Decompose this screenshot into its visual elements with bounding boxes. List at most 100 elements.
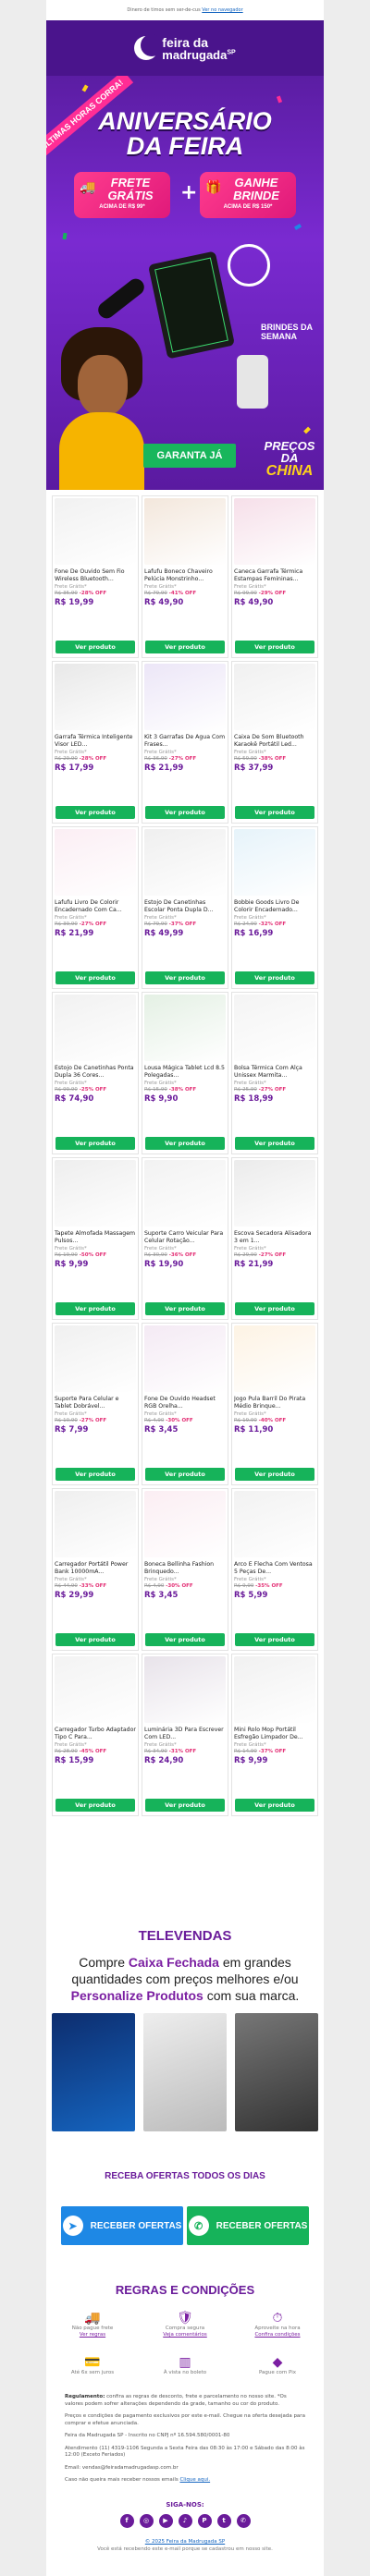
view-product-button[interactable]: Ver produto bbox=[235, 1468, 314, 1481]
product-name[interactable]: Bobbie Goods Livro De Colorir Encadernad… bbox=[234, 899, 315, 914]
product-image[interactable] bbox=[144, 1160, 226, 1227]
product-card[interactable]: Escova Secadora Alisadora 3 em 1... Frete… bbox=[231, 1157, 318, 1320]
product-name[interactable]: Boneca Bellinha Fashion Brinquedo... bbox=[144, 1561, 226, 1576]
product-name[interactable]: Bolsa Térmica Com Alça Unissex Marmita..… bbox=[234, 1065, 315, 1080]
product-name[interactable]: Luminária 3D Para Escrever Com LED... bbox=[144, 1727, 226, 1741]
product-name[interactable]: Lafufu Boneco Chaveiro Pelúcia Monstrinh… bbox=[144, 568, 226, 583]
bulk-bottles-image[interactable] bbox=[52, 2013, 135, 2131]
product-image[interactable] bbox=[55, 498, 136, 565]
view-product-button[interactable]: Ver produto bbox=[235, 806, 314, 819]
product-card[interactable]: Caixa De Som Bluetooth Karaokê Portátil … bbox=[231, 661, 318, 824]
view-product-button[interactable]: Ver produto bbox=[145, 1137, 225, 1150]
product-name[interactable]: Caneca Garrafa Térmica Estampas Feminina… bbox=[234, 568, 315, 583]
header-logo-bar[interactable]: feira da madrugadaSP bbox=[46, 20, 324, 76]
product-name[interactable]: Arco E Flecha Com Ventosa 5 Peças De... bbox=[234, 1561, 315, 1576]
view-product-button[interactable]: Ver produto bbox=[56, 971, 135, 984]
product-card[interactable]: Fone De Ouvido Headset RGB Orelha... Fret… bbox=[142, 1323, 228, 1485]
product-name[interactable]: Lafufu Livro De Colorir Encadernado Com … bbox=[55, 899, 136, 914]
product-name[interactable]: Carregador Turbo Adaptador Tipo C Para..… bbox=[55, 1727, 136, 1741]
product-card[interactable]: Carregador Portátil Power Bank 10000mA..… bbox=[52, 1488, 139, 1651]
product-card[interactable]: Kit 3 Garrafas De Água Com Frases... Fret… bbox=[142, 661, 228, 824]
whatsapp-offers-button[interactable]: ✆ RECEBER OFERTAS bbox=[187, 2206, 309, 2245]
social-icon[interactable]: P bbox=[197, 2514, 212, 2528]
view-product-button[interactable]: Ver produto bbox=[235, 1633, 314, 1646]
product-name[interactable]: Fone De Ouvido Headset RGB Orelha... bbox=[144, 1396, 226, 1410]
product-image[interactable] bbox=[234, 1325, 315, 1392]
view-product-button[interactable]: Ver produto bbox=[145, 971, 225, 984]
product-card[interactable]: Garrafa Térmica Inteligente Visor LED...… bbox=[52, 661, 139, 824]
product-name[interactable]: Mini Rolo Mop Portátil Esfregão Limpador… bbox=[234, 1727, 315, 1741]
product-image[interactable] bbox=[144, 1325, 226, 1392]
product-image[interactable] bbox=[55, 1491, 136, 1557]
product-card[interactable]: Mini Rolo Mop Portátil Esfregão Limpador… bbox=[231, 1654, 318, 1816]
view-product-button[interactable]: Ver produto bbox=[56, 806, 135, 819]
product-image[interactable] bbox=[234, 995, 315, 1061]
view-product-button[interactable]: Ver produto bbox=[235, 1137, 314, 1150]
product-card[interactable]: Fone De Ouvido Sem Fio Wireless Bluetoot… bbox=[52, 495, 139, 658]
social-icon[interactable]: ✆ bbox=[236, 2514, 251, 2528]
view-product-button[interactable]: Ver produto bbox=[235, 971, 314, 984]
bulk-backpack-image[interactable] bbox=[235, 2013, 318, 2131]
view-product-button[interactable]: Ver produto bbox=[235, 1302, 314, 1315]
product-image[interactable] bbox=[55, 1325, 136, 1392]
product-card[interactable]: Arco E Flecha Com Ventosa 5 Peças De... F… bbox=[231, 1488, 318, 1651]
product-image[interactable] bbox=[234, 1160, 315, 1227]
product-card[interactable]: Lafufu Boneco Chaveiro Pelúcia Monstrinh… bbox=[142, 495, 228, 658]
product-name[interactable]: Carregador Portátil Power Bank 10000mA..… bbox=[55, 1561, 136, 1576]
view-product-button[interactable]: Ver produto bbox=[145, 1468, 225, 1481]
telegram-offers-button[interactable]: ➤ RECEBER OFERTAS bbox=[61, 2206, 183, 2245]
product-image[interactable] bbox=[55, 995, 136, 1061]
product-name[interactable]: Estojo De Canetinhas Ponta Dupla 36 Core… bbox=[55, 1065, 136, 1080]
product-image[interactable] bbox=[144, 1656, 226, 1723]
product-image[interactable] bbox=[234, 829, 315, 896]
condition-link[interactable]: Ver regras bbox=[46, 2332, 139, 2338]
social-icon[interactable]: ◎ bbox=[139, 2514, 154, 2528]
product-image[interactable] bbox=[234, 664, 315, 730]
product-card[interactable]: Caneca Garrafa Térmica Estampas Feminina… bbox=[231, 495, 318, 658]
product-name[interactable]: Kit 3 Garrafas De Água Com Frases... bbox=[144, 734, 226, 749]
guarantee-now-button[interactable]: GARANTA JÁ bbox=[143, 444, 236, 468]
view-product-button[interactable]: Ver produto bbox=[56, 1468, 135, 1481]
product-card[interactable]: Suporte Para Celular e Tablet Dobrável..… bbox=[52, 1323, 139, 1485]
product-image[interactable] bbox=[55, 829, 136, 896]
product-name[interactable]: Jogo Pula Barril Do Pirata Médio Brinque… bbox=[234, 1396, 315, 1410]
view-product-button[interactable]: Ver produto bbox=[56, 641, 135, 653]
social-icon[interactable]: ▶ bbox=[158, 2514, 173, 2528]
unsubscribe-link[interactable]: Clique aqui. bbox=[179, 2477, 210, 2483]
product-image[interactable] bbox=[144, 498, 226, 565]
product-name[interactable]: Estojo De Canetinhas Escolar Ponta Dupla… bbox=[144, 899, 226, 914]
product-image[interactable] bbox=[55, 664, 136, 730]
product-image[interactable] bbox=[144, 995, 226, 1061]
product-name[interactable]: Garrafa Térmica Inteligente Visor LED... bbox=[55, 734, 136, 749]
product-image[interactable] bbox=[144, 829, 226, 896]
product-name[interactable]: Tapete Almofada Massagem Pulsos... bbox=[55, 1230, 136, 1245]
product-name[interactable]: Suporte Para Celular e Tablet Dobrável..… bbox=[55, 1396, 136, 1410]
product-card[interactable]: Luminária 3D Para Escrever Com LED... Fre… bbox=[142, 1654, 228, 1816]
view-product-button[interactable]: Ver produto bbox=[145, 641, 225, 653]
view-product-button[interactable]: Ver produto bbox=[56, 1799, 135, 1812]
condition-link[interactable]: Confira condições bbox=[231, 2332, 324, 2338]
product-name[interactable]: Fone De Ouvido Sem Fio Wireless Bluetoot… bbox=[55, 568, 136, 583]
product-card[interactable]: Bobbie Goods Livro De Colorir Encadernad… bbox=[231, 826, 318, 989]
product-card[interactable]: Bolsa Térmica Com Alça Unissex Marmita..… bbox=[231, 992, 318, 1154]
view-product-button[interactable]: Ver produto bbox=[56, 1302, 135, 1315]
product-image[interactable] bbox=[55, 1160, 136, 1227]
product-image[interactable] bbox=[234, 1656, 315, 1723]
product-card[interactable]: Lafufu Livro De Colorir Encadernado Com … bbox=[52, 826, 139, 989]
view-product-button[interactable]: Ver produto bbox=[145, 1633, 225, 1646]
view-product-button[interactable]: Ver produto bbox=[56, 1137, 135, 1150]
copyright-link[interactable]: © 2025 Feira da Madrugada SP bbox=[145, 2539, 225, 2545]
product-card[interactable]: Estojo De Canetinhas Ponta Dupla 36 Core… bbox=[52, 992, 139, 1154]
product-card[interactable]: Jogo Pula Barril Do Pirata Médio Brinque… bbox=[231, 1323, 318, 1485]
view-product-button[interactable]: Ver produto bbox=[145, 806, 225, 819]
bulk-earbuds-image[interactable] bbox=[143, 2013, 227, 2131]
social-icon[interactable]: ♪ bbox=[178, 2514, 192, 2528]
product-card[interactable]: Lousa Mágica Tablet Lcd 8.5 Polegadas...… bbox=[142, 992, 228, 1154]
product-image[interactable] bbox=[55, 1656, 136, 1723]
product-image[interactable] bbox=[144, 1491, 226, 1557]
product-name[interactable]: Caixa De Som Bluetooth Karaokê Portátil … bbox=[234, 734, 315, 749]
product-name[interactable]: Suporte Carro Veicular Para Celular Rota… bbox=[144, 1230, 226, 1245]
social-icon[interactable]: t bbox=[216, 2514, 231, 2528]
product-card[interactable]: Estojo De Canetinhas Escolar Ponta Dupla… bbox=[142, 826, 228, 989]
view-product-button[interactable]: Ver produto bbox=[145, 1799, 225, 1812]
